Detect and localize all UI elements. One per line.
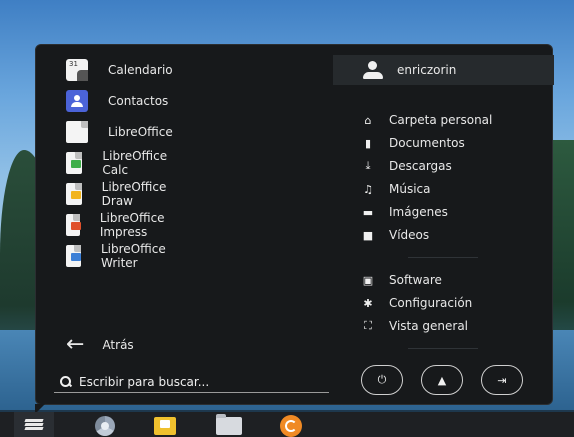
- app-item-calendario[interactable]: 31 Calendario: [66, 57, 173, 83]
- app-label: Calendario: [108, 63, 173, 77]
- logout-icon: ⇥: [497, 373, 507, 387]
- software-icon: ▣: [362, 273, 374, 287]
- libreoffice-calc-icon: [66, 152, 83, 174]
- taskbar-chrome[interactable]: [90, 414, 120, 437]
- app-label: LibreOffice Impress: [99, 211, 165, 239]
- download-icon: ⤓: [365, 159, 371, 172]
- libreoffice-icon: [66, 121, 88, 143]
- taskbar: [0, 412, 574, 437]
- home-icon: ⌂: [364, 113, 372, 127]
- app-item-libreoffice-calc[interactable]: LibreOffice Calc: [66, 149, 173, 177]
- lock-button[interactable]: ▲: [421, 365, 463, 395]
- zorin-menu-button[interactable]: [14, 412, 54, 437]
- arrow-left-icon: ←: [66, 332, 85, 357]
- user-name: enriczorin: [397, 63, 457, 77]
- mail-icon: [154, 416, 176, 435]
- system-label: Software: [389, 273, 442, 287]
- chrome-icon: [95, 415, 115, 436]
- libreoffice-draw-icon: [66, 183, 82, 205]
- place-item-videos[interactable]: ■ Vídeos: [361, 225, 429, 245]
- calendar-icon: 31: [66, 59, 88, 81]
- app-item-libreoffice-impress[interactable]: LibreOffice Impress: [66, 211, 173, 239]
- app-label: LibreOffice: [108, 125, 173, 139]
- user-button[interactable]: enriczorin: [333, 55, 554, 85]
- place-item-home[interactable]: ⌂ Carpeta personal: [361, 110, 493, 130]
- place-label: Carpeta personal: [389, 113, 493, 127]
- logout-button[interactable]: ⇥: [481, 365, 523, 395]
- overview-icon: ⛶: [364, 319, 372, 332]
- place-label: Vídeos: [389, 228, 430, 242]
- app-item-contactos[interactable]: Contactos: [66, 88, 168, 114]
- system-item-vista-general[interactable]: ⛶ Vista general: [361, 316, 468, 336]
- system-label: Configuración: [389, 296, 473, 310]
- place-item-imagenes[interactable]: ▬ Imágenes: [361, 202, 448, 222]
- place-item-descargas[interactable]: ⤓ Descargas: [361, 156, 452, 176]
- place-label: Imágenes: [389, 205, 448, 219]
- taskbar-update[interactable]: [276, 414, 306, 437]
- update-icon: [280, 414, 302, 437]
- app-label: LibreOffice Calc: [102, 149, 168, 177]
- back-button[interactable]: ← Atrás: [66, 334, 134, 356]
- image-icon: ▬: [362, 205, 374, 219]
- taskbar-files[interactable]: [214, 413, 244, 437]
- app-menu: 31 Calendario Contactos LibreOffice Libr…: [35, 44, 554, 405]
- system-label: Vista general: [389, 319, 469, 333]
- divider: [408, 348, 478, 349]
- lock-icon: ▲: [437, 373, 447, 387]
- power-icon: ⏻: [377, 373, 387, 386]
- settings-icon: ✱: [363, 296, 373, 310]
- search-placeholder: Escribir para buscar...: [79, 374, 210, 389]
- taskbar-mail[interactable]: [150, 414, 180, 437]
- app-item-libreoffice-writer[interactable]: LibreOffice Writer: [66, 242, 173, 270]
- power-button[interactable]: ⏻: [361, 365, 403, 395]
- place-label: Música: [389, 182, 431, 196]
- files-icon: [216, 413, 242, 435]
- zorin-menu-icon: [24, 418, 44, 431]
- system-item-software[interactable]: ▣ Software: [361, 270, 442, 290]
- place-item-musica[interactable]: ♫ Música: [361, 179, 431, 199]
- app-item-libreoffice-draw[interactable]: LibreOffice Draw: [66, 180, 173, 208]
- back-label: Atrás: [102, 338, 134, 352]
- search-icon: [60, 376, 71, 387]
- user-icon: [363, 61, 383, 79]
- music-icon: ♫: [363, 182, 373, 196]
- system-item-configuracion[interactable]: ✱ Configuración: [361, 293, 472, 313]
- divider: [408, 257, 478, 258]
- libreoffice-writer-icon: [66, 245, 81, 267]
- document-icon: ▮: [364, 136, 372, 150]
- place-label: Descargas: [389, 159, 452, 173]
- app-item-libreoffice[interactable]: LibreOffice: [66, 119, 173, 145]
- place-item-documentos[interactable]: ▮ Documentos: [361, 133, 465, 153]
- app-label: Contactos: [108, 94, 169, 108]
- app-label: LibreOffice Writer: [101, 242, 166, 270]
- app-label: LibreOffice Draw: [101, 180, 167, 208]
- video-icon: ■: [362, 228, 374, 242]
- place-label: Documentos: [389, 136, 465, 150]
- search-input[interactable]: Escribir para buscar...: [54, 371, 329, 393]
- contacts-icon: [66, 90, 88, 112]
- libreoffice-impress-icon: [66, 214, 81, 236]
